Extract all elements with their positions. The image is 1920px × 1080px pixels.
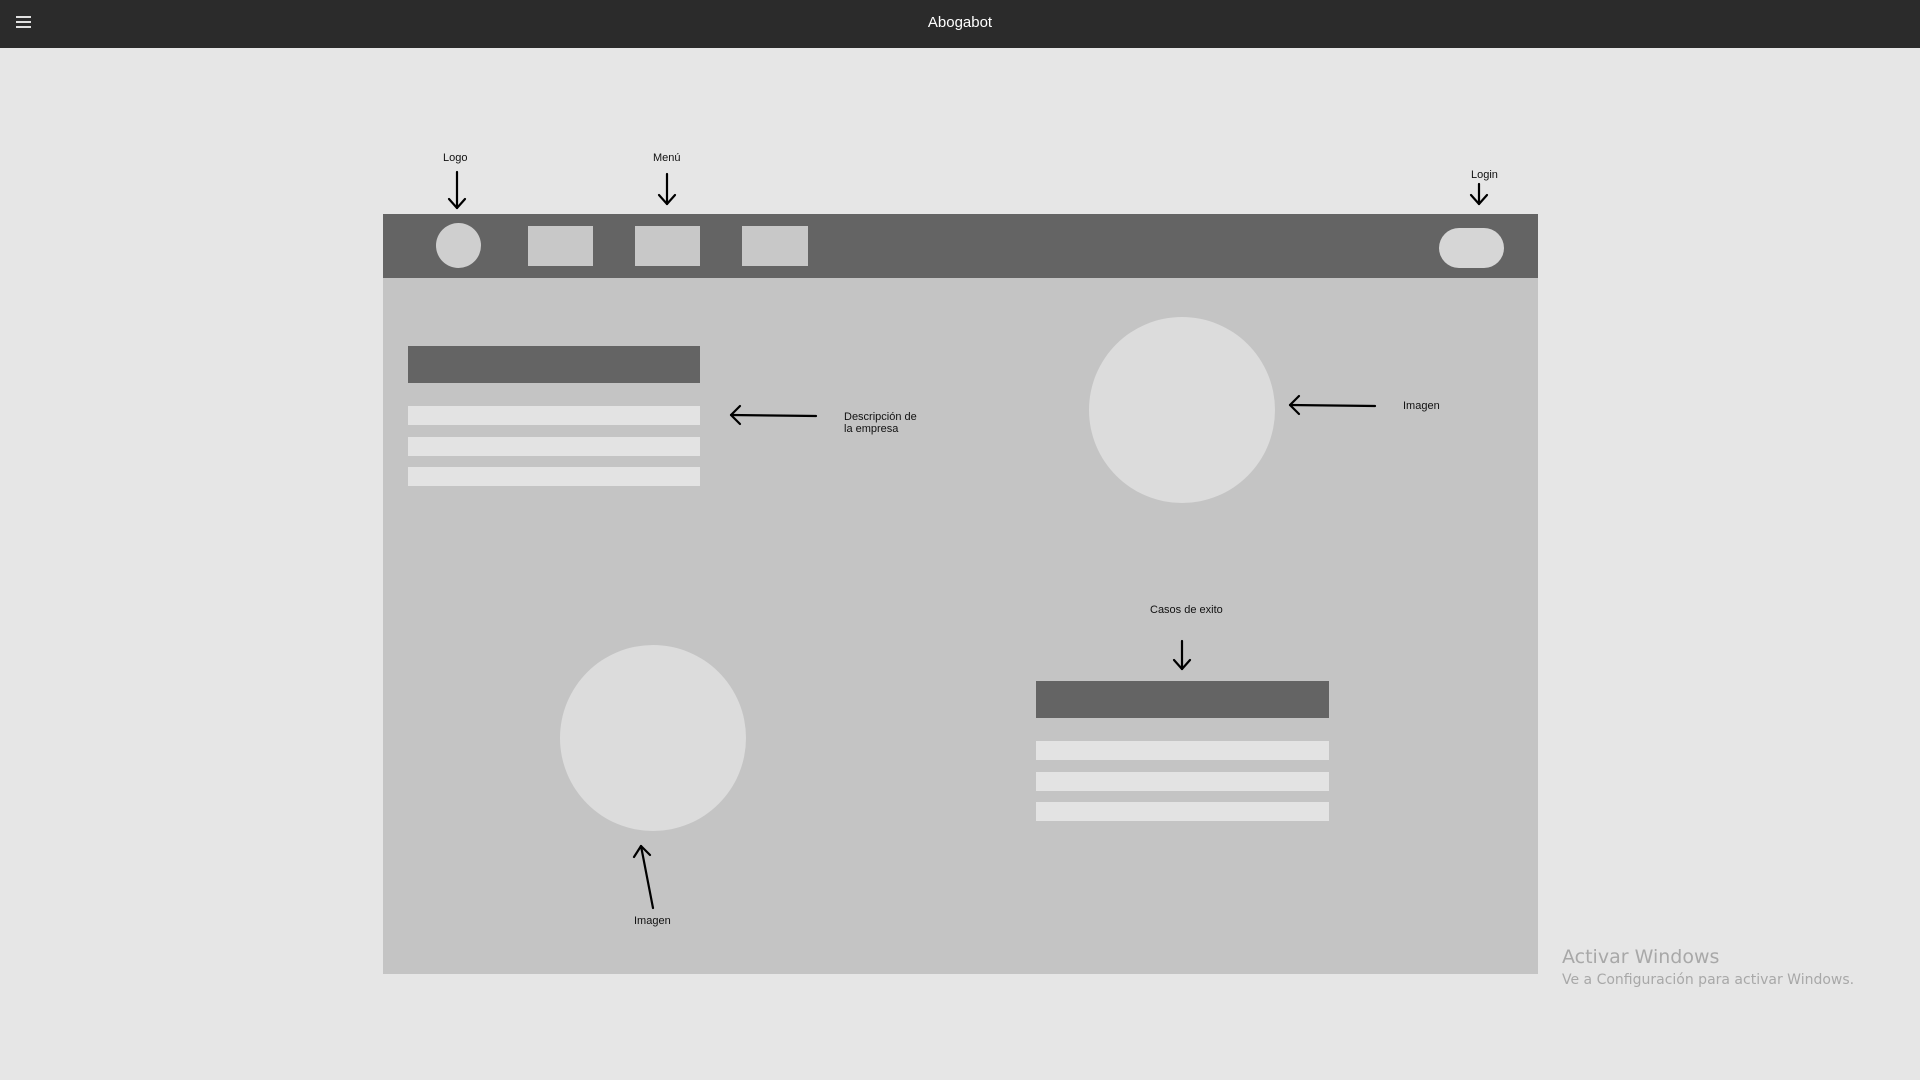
image-top-arrow bbox=[1288, 403, 1377, 408]
watermark-subtitle: Ve a Configuración para activar Windows. bbox=[1562, 972, 1855, 988]
annotation-description: Descripción de la empresa bbox=[844, 411, 917, 435]
annotation-description-line2: la empresa bbox=[844, 423, 899, 435]
windows-activation-watermark: Activar Windows Ve a Configuración para … bbox=[1562, 946, 1854, 988]
annotation-image-bottom: Imagen bbox=[634, 915, 671, 927]
image-bottom-arrow bbox=[639, 844, 655, 910]
watermark-title: Activar Windows bbox=[1562, 946, 1720, 968]
annotation-menu: Menú bbox=[653, 152, 681, 164]
annotation-description-line1: Descripción de bbox=[844, 411, 917, 423]
annotation-success-cases: Casos de exito bbox=[1150, 604, 1223, 616]
annotation-logo: Logo bbox=[443, 152, 468, 164]
annotation-image-top: Imagen bbox=[1403, 400, 1440, 412]
description-arrow bbox=[729, 413, 818, 418]
annotation-login: Login bbox=[1471, 169, 1498, 181]
annotation-arrows bbox=[447, 170, 1489, 910]
